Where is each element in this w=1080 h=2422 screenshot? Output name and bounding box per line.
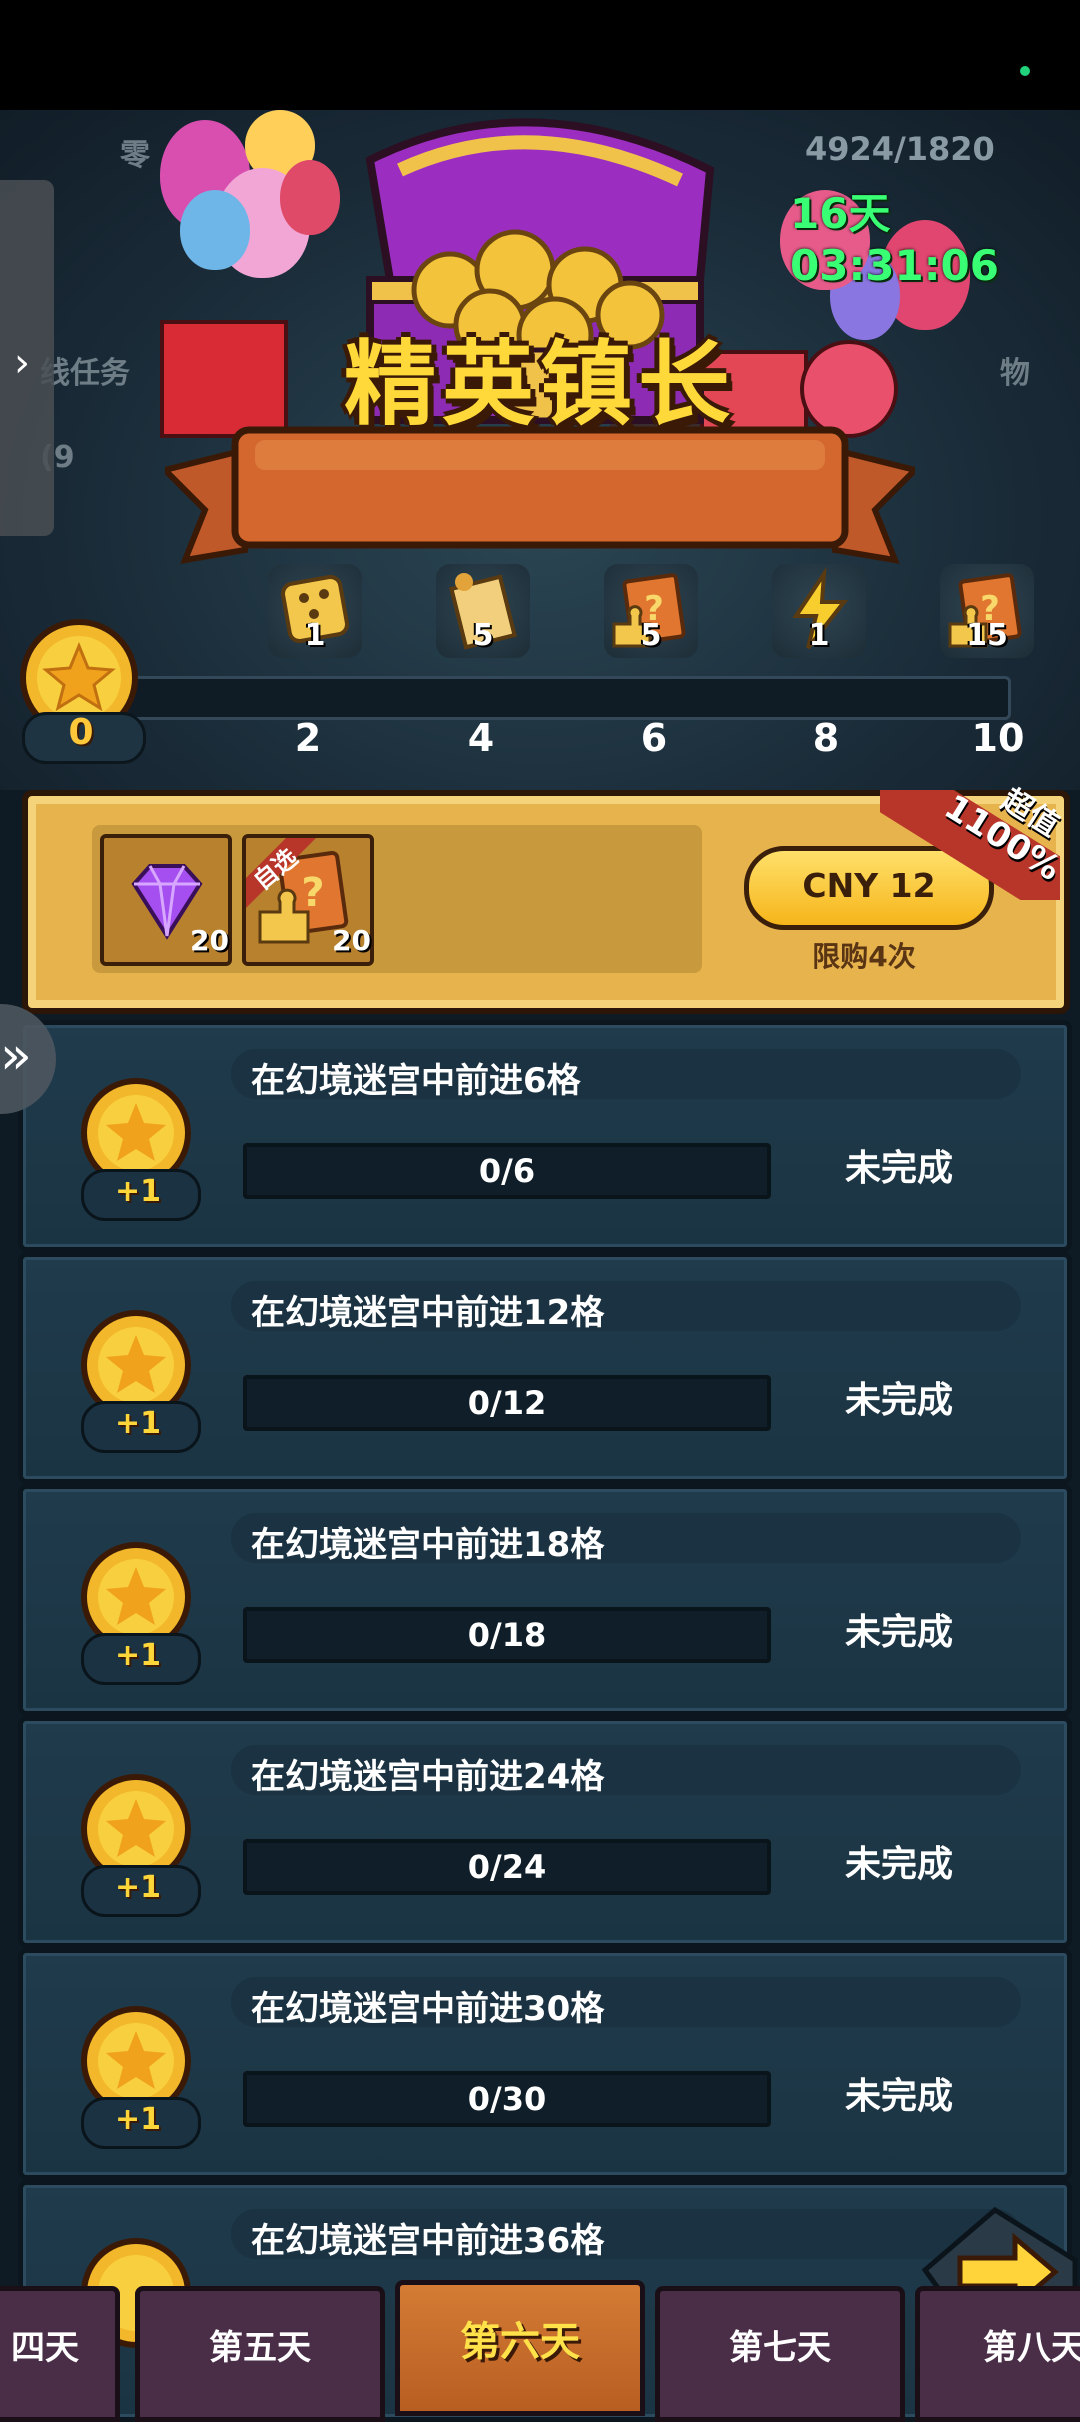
task-title: 在幻境迷宫中前进6格 (251, 1061, 581, 1101)
energy-counter: 4924/1820 (805, 130, 995, 168)
milestone-threshold: 2 (294, 716, 322, 760)
task-status: 未完成 (845, 1380, 954, 1421)
task-reward: +1 (114, 1870, 161, 1905)
offer-item-gem[interactable]: 20 (100, 834, 232, 966)
task-progress: 0/12 (243, 1375, 771, 1431)
reward-count: 15 (966, 618, 1008, 653)
bg-text: 物 (1000, 356, 1030, 391)
task-progress: 0/24 (243, 1839, 771, 1895)
task-status: 未完成 (845, 1148, 954, 1189)
task-progress: 0/18 (243, 1607, 771, 1663)
task-card: 在幻境迷宫中前进6格 0/6 未完成 +1 (18, 1020, 1072, 1252)
day-tab-4[interactable]: 四天 (0, 2286, 120, 2422)
current-coin-count: 0 (68, 712, 94, 753)
event-title: 精英镇长 (343, 331, 736, 438)
task-progress: 0/6 (243, 1143, 771, 1199)
reward-count: 5 (472, 618, 494, 653)
countdown-timer: 16天03:31:06 (790, 189, 999, 290)
day-tab-5[interactable]: 第五天 (135, 2286, 385, 2422)
double-chevron-icon[interactable]: » (0, 1026, 32, 1086)
milestone-threshold: 4 (467, 716, 495, 760)
milestone-threshold: 8 (812, 716, 840, 760)
task-progress: 0/30 (243, 2071, 771, 2127)
task-card: 在幻境迷宫中前进18格 0/18 未完成 +1 (18, 1484, 1072, 1716)
status-bar (0, 0, 1080, 110)
task-reward: +1 (114, 1406, 161, 1441)
task-card: 在幻境迷宫中前进12格 0/12 未完成 +1 (18, 1252, 1072, 1484)
task-status: 未完成 (845, 2076, 954, 2117)
task-reward: +1 (114, 2102, 161, 2137)
task-card: 在幻境迷宫中前进24格 0/24 未完成 +1 (18, 1716, 1072, 1948)
milestone-reward-puzzle[interactable]: ? 15 (940, 564, 1034, 658)
task-title: 在幻境迷宫中前进24格 (251, 1757, 605, 1797)
bg-text: 零 (120, 138, 150, 173)
offer-item-count: 20 (332, 924, 371, 957)
milestone-reward-lightning[interactable]: 1 (772, 564, 866, 658)
chevron-right-icon[interactable]: › (14, 340, 30, 386)
reward-count: 1 (808, 618, 830, 653)
task-title: 在幻境迷宫中前进18格 (251, 1525, 605, 1565)
offer-item-count: 20 (190, 924, 229, 957)
svg-text:?: ? (301, 870, 324, 916)
task-reward: +1 (114, 1174, 161, 1209)
task-title: 在幻境迷宫中前进12格 (251, 1293, 605, 1333)
milestone-threshold: 10 (971, 716, 1025, 760)
balloon-icon (180, 190, 250, 270)
day-tab-7[interactable]: 第七天 (655, 2286, 905, 2422)
task-status: 未完成 (845, 1844, 954, 1885)
purchase-limit: 限购4次 (812, 940, 916, 973)
day-tab-6[interactable]: 第六天 (395, 2280, 645, 2416)
milestone-threshold: 6 (640, 716, 668, 760)
task-title: 在幻境迷宫中前进30格 (251, 1989, 605, 2029)
milestone-reward-puzzle[interactable]: ? 5 (604, 564, 698, 658)
notification-dot-icon (1020, 66, 1030, 76)
milestone-progress-bar (100, 676, 1011, 720)
milestone-track (0, 560, 1080, 790)
reward-count: 5 (640, 618, 662, 653)
task-title: 在幻境迷宫中前进36格 (251, 2221, 605, 2261)
reward-count: 1 (304, 618, 326, 653)
task-status: 未完成 (845, 1612, 954, 1653)
offer-item-puzzle[interactable]: ? 自选 20 (242, 834, 374, 966)
milestone-reward-dice[interactable]: 1 (268, 564, 362, 658)
milestone-reward-scroll[interactable]: 5 (436, 564, 530, 658)
task-card: 在幻境迷宫中前进30格 0/30 未完成 +1 (18, 1948, 1072, 2180)
day-tab-8[interactable]: 第八天 (915, 2286, 1080, 2422)
task-reward: +1 (114, 1638, 161, 1673)
